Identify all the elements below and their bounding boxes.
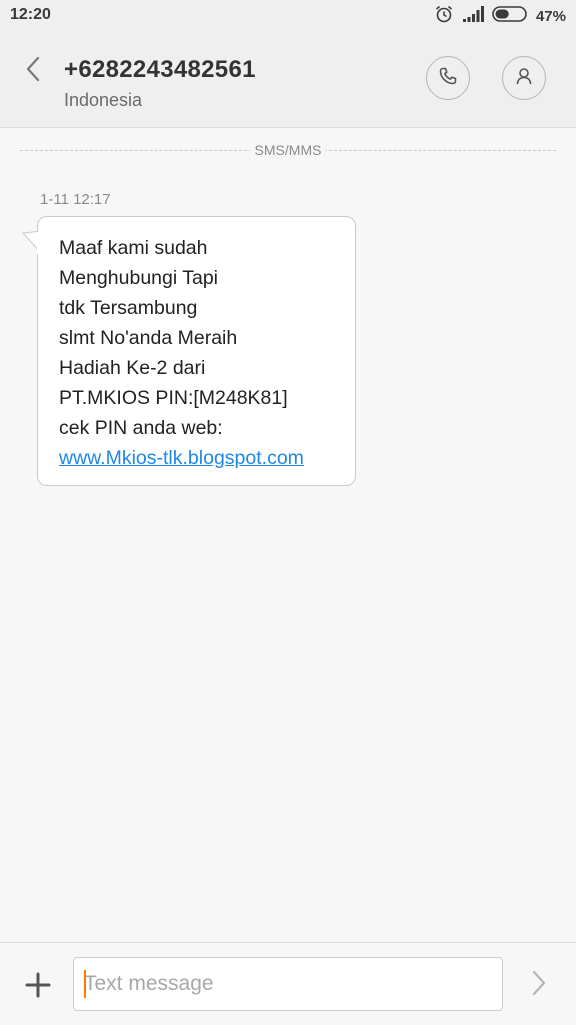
status-icons: 47% bbox=[426, 5, 566, 27]
send-button[interactable] bbox=[526, 969, 552, 1001]
battery-icon bbox=[492, 5, 530, 27]
divider-label: SMS/MMS bbox=[250, 142, 326, 158]
message-bubble[interactable]: Maaf kami sudah Menghubungi Tapi tdk Ter… bbox=[37, 216, 356, 486]
status-time: 12:20 bbox=[10, 6, 51, 23]
message-line: Hadiah Ke-2 dari bbox=[59, 357, 206, 379]
text-cursor bbox=[84, 970, 86, 998]
battery-percent: 47% bbox=[535, 7, 566, 25]
chevron-left-icon bbox=[25, 56, 41, 86]
message-line: Menghubungi Tapi bbox=[59, 267, 219, 289]
message-line: tdk Tersambung bbox=[59, 297, 198, 319]
back-button[interactable] bbox=[18, 54, 48, 88]
contact-country: Indonesia bbox=[64, 90, 143, 110]
message-link[interactable]: www.Mkios-tlk.blogspot.com bbox=[59, 447, 304, 469]
message-line: slmt No'anda Meraih bbox=[59, 327, 238, 349]
add-attachment-button[interactable] bbox=[22, 969, 54, 1001]
message-text: Maaf kami sudah Menghubungi Tapi tdk Ter… bbox=[59, 233, 345, 473]
person-icon bbox=[514, 66, 534, 90]
message-timestamp: 1-11 12:17 bbox=[40, 191, 111, 208]
contact-number: +6282243482561 bbox=[64, 56, 256, 83]
signal-icon bbox=[462, 6, 484, 26]
contact-profile-button[interactable] bbox=[502, 56, 546, 100]
composer-bar bbox=[0, 942, 576, 1025]
chevron-right-icon bbox=[531, 970, 547, 1000]
message-line: cek PIN anda web: bbox=[59, 417, 223, 439]
call-button[interactable] bbox=[426, 56, 470, 100]
alarm-icon bbox=[434, 4, 454, 28]
tail-join bbox=[37, 232, 40, 254]
plus-icon bbox=[22, 972, 54, 1005]
message-input[interactable] bbox=[73, 957, 503, 1011]
phone-icon bbox=[438, 66, 458, 90]
sms-mms-divider: SMS/MMS bbox=[20, 141, 556, 161]
message-line: PT.MKIOS PIN:[M248K81] bbox=[59, 387, 288, 409]
conversation-header: +6282243482561 Indonesia bbox=[0, 34, 576, 128]
status-bar: 12:20 47% bbox=[0, 0, 576, 34]
message-line: Maaf kami sudah bbox=[59, 237, 208, 259]
